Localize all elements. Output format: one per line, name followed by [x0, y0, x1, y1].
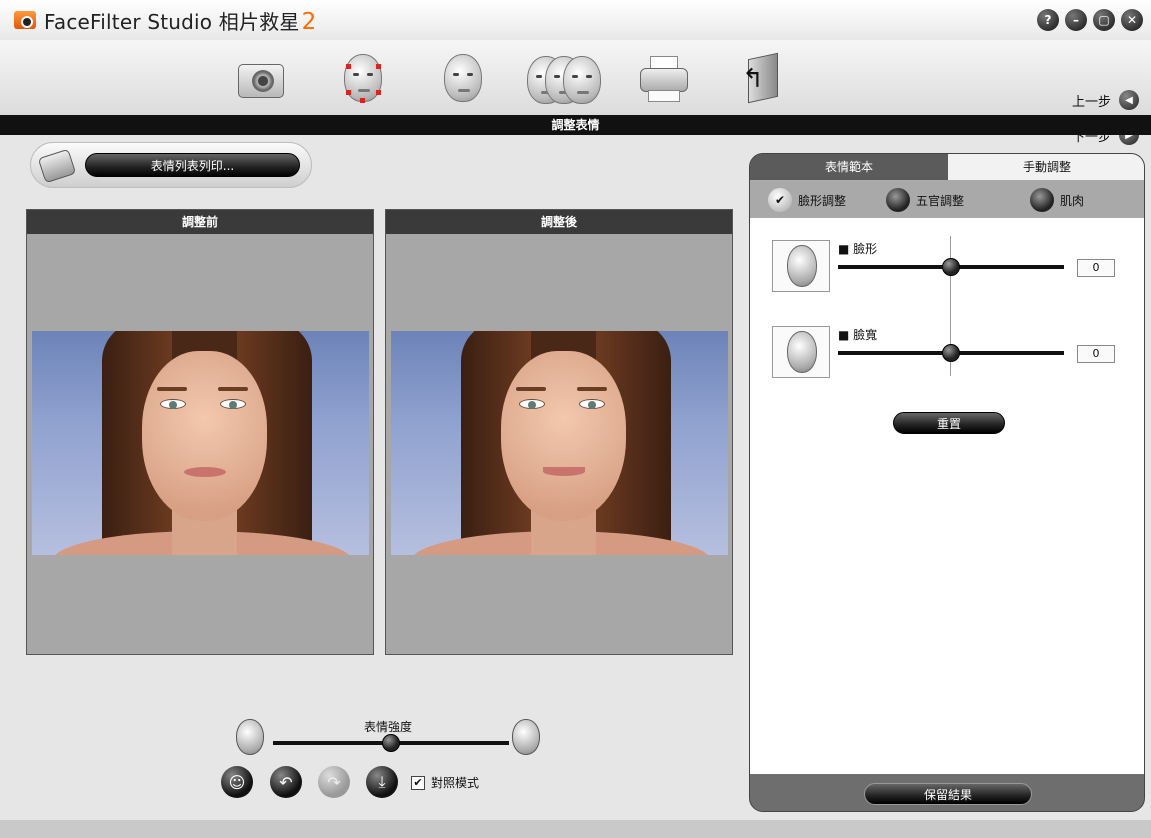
- marker-point: [376, 64, 381, 69]
- adjust-tabs: 表情範本 手動調整: [750, 154, 1144, 180]
- brow: [516, 387, 546, 391]
- app-version: 2: [301, 8, 317, 35]
- face-width-thumbnail: [772, 326, 830, 378]
- before-panel: 調整前: [26, 209, 374, 655]
- smiley-face-button[interactable]: ☺: [221, 766, 253, 798]
- adjust-panel: 表情範本 手動調整 ✔ 臉形調整 五官調整 肌肉 ■ 臉形 0 ■ 臉寬 0 重…: [749, 153, 1145, 812]
- close-icon[interactable]: ✕: [1121, 9, 1143, 31]
- after-photo[interactable]: [391, 331, 728, 555]
- download-icon: ⤓: [378, 772, 386, 791]
- after-panel: 調整後: [385, 209, 733, 655]
- option-facial-features-label: 五官調整: [916, 193, 965, 208]
- marker-point: [346, 90, 351, 95]
- face: [142, 351, 267, 521]
- return-arrow-icon: ↰: [742, 64, 764, 94]
- print-list-group: 表情列表列印...: [30, 142, 312, 188]
- tab-expression-presets[interactable]: 表情範本: [750, 154, 948, 180]
- printer-icon[interactable]: [636, 50, 692, 106]
- minimize-icon[interactable]: –: [1065, 9, 1087, 31]
- face-points-icon[interactable]: [340, 50, 396, 106]
- face-shape: [787, 331, 817, 373]
- prev-step-label: 上一步: [1071, 94, 1111, 110]
- face-expression-icon[interactable]: [525, 50, 605, 106]
- undo-button[interactable]: ↶: [270, 766, 302, 798]
- prev-step-button[interactable]: 上一步 ◀: [1072, 90, 1139, 110]
- expression-strength-knob[interactable]: [382, 734, 400, 752]
- redo-button[interactable]: ↷: [318, 766, 350, 798]
- option-facial-features[interactable]: 五官調整: [886, 188, 964, 212]
- marker-point: [360, 98, 365, 103]
- face-shape-label: ■ 臉形: [838, 242, 878, 256]
- radio-icon: [886, 188, 910, 212]
- keep-result-button[interactable]: 保留結果: [864, 783, 1032, 805]
- face-shape: [787, 245, 817, 287]
- lips: [543, 467, 585, 476]
- title-bar: FaceFilter Studio 相片救星2 ? – ▢ ✕: [0, 0, 1151, 40]
- face-shape: [563, 56, 601, 104]
- main-toolbar: ↰ 上一步 ◀ 下一步 ▶: [0, 40, 1151, 145]
- radio-icon: [1030, 188, 1054, 212]
- face-blend-icon[interactable]: [440, 50, 496, 106]
- option-muscle-label: 肌肉: [1060, 193, 1085, 208]
- save-image-button[interactable]: ⤓: [366, 766, 398, 798]
- face-shape-value[interactable]: 0: [1077, 259, 1115, 277]
- compare-mode-toggle[interactable]: ✔ 對照模式: [411, 774, 479, 791]
- option-face-shape-label: 臉形調整: [798, 193, 847, 208]
- marker-point: [346, 64, 351, 69]
- eye: [519, 399, 545, 409]
- face-shape-thumbnail: [772, 240, 830, 292]
- face: [501, 351, 626, 521]
- window-controls: ? – ▢ ✕: [1037, 9, 1143, 31]
- camera-lens: [252, 70, 274, 92]
- neutral-face-icon: [236, 719, 264, 755]
- face-width-knob[interactable]: [942, 344, 960, 362]
- eye: [579, 399, 605, 409]
- face-shape-knob[interactable]: [942, 258, 960, 276]
- brow: [218, 387, 248, 391]
- tab-manual-adjust[interactable]: 手動調整: [948, 154, 1144, 180]
- marker-point: [376, 90, 381, 95]
- app-logo-icon: [14, 11, 36, 29]
- print-expression-list-button[interactable]: 表情列表列印...: [85, 153, 300, 177]
- reset-button[interactable]: 重置: [893, 412, 1005, 434]
- brow: [577, 387, 607, 391]
- eye: [220, 399, 246, 409]
- face-width-label: ■ 臉寬: [838, 328, 878, 342]
- printer-body: [640, 68, 688, 92]
- option-face-shape[interactable]: ✔ 臉形調整: [768, 188, 846, 212]
- redo-icon: ↷: [327, 772, 341, 792]
- eye: [160, 399, 186, 409]
- manual-adjust-body: ■ 臉形 0 ■ 臉寬 0 重置: [750, 218, 1144, 774]
- expression-strength-label: 表情強度: [364, 720, 413, 734]
- face-shape-slider-row: ■ 臉形 0: [772, 240, 1132, 300]
- camera-icon[interactable]: [234, 50, 290, 106]
- help-icon[interactable]: ?: [1037, 9, 1059, 31]
- app-title: FaceFilter Studio 相片救星2: [44, 6, 316, 35]
- after-panel-title: 調整後: [386, 210, 732, 234]
- restore-icon[interactable]: ▢: [1093, 9, 1115, 31]
- app-title-text: FaceFilter Studio 相片救星: [44, 9, 300, 34]
- section-title: 調整表情: [0, 115, 1151, 135]
- before-photo[interactable]: [32, 331, 369, 555]
- compare-mode-checkbox[interactable]: ✔: [411, 775, 425, 790]
- undo-icon: ↶: [279, 772, 293, 792]
- before-panel-title: 調整前: [27, 210, 373, 234]
- arrow-left-icon: ◀: [1119, 90, 1139, 110]
- strong-face-icon: [512, 719, 540, 755]
- smiley-icon: ☺: [228, 772, 246, 792]
- face-width-slider-row: ■ 臉寬 0: [772, 326, 1132, 386]
- face-width-value[interactable]: 0: [1077, 345, 1115, 363]
- checkmark-icon: ✔: [768, 188, 792, 212]
- option-muscle[interactable]: 肌肉: [1030, 188, 1084, 212]
- printer-tray: [648, 90, 680, 102]
- brow: [157, 387, 187, 391]
- face-shape: [444, 54, 482, 102]
- compare-mode-label: 對照模式: [431, 776, 480, 790]
- printer-icon[interactable]: [37, 148, 77, 184]
- exit-door-icon[interactable]: ↰: [738, 50, 794, 106]
- status-strip: [0, 820, 1151, 838]
- adjust-mode-options: ✔ 臉形調整 五官調整 肌肉: [750, 180, 1144, 218]
- lips: [184, 467, 226, 477]
